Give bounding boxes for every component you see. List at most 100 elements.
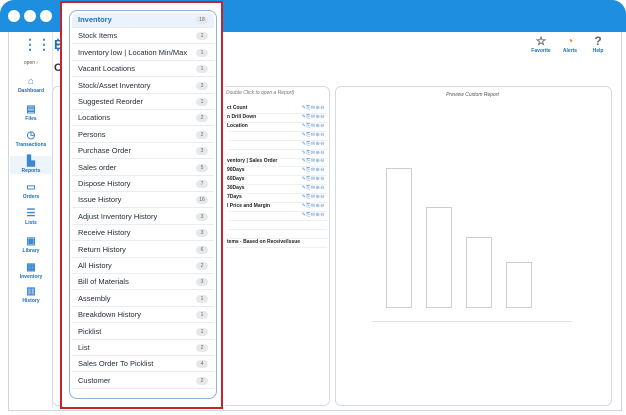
- dropdown-item-label: Return History: [78, 244, 126, 254]
- report-action-icons[interactable]: ✎⎘✉⊕⊖: [302, 203, 325, 209]
- sidebar-item-transactions[interactable]: ◷ Transactions: [10, 130, 52, 148]
- preview-bar: [466, 237, 492, 308]
- dropdown-item[interactable]: Persons 2: [72, 128, 214, 143]
- sidebar-item-lists[interactable]: ☰ Lists: [10, 208, 52, 226]
- count-badge: 6: [196, 245, 208, 254]
- report-action-icons[interactable]: ✎⎘✉⊕⊖: [302, 194, 325, 200]
- dropdown-item[interactable]: Breakdown History 1: [72, 308, 214, 324]
- box-icon: ▦: [26, 262, 36, 273]
- report-name: tems - Based on Receive/Issue: [227, 238, 301, 245]
- grid-icon: ⋮⋮⋮: [23, 36, 65, 52]
- report-action-icons[interactable]: ✎⎘✉⊕⊖: [302, 114, 325, 120]
- count-badge: 3: [196, 81, 208, 90]
- dropdown-item[interactable]: Picklist 1: [72, 325, 214, 340]
- dropdown-item-label: Dispose History: [78, 179, 131, 188]
- help-button[interactable]: ? Help: [585, 34, 611, 54]
- report-action-icons[interactable]: ✎⎘✉⊕⊖: [302, 167, 325, 173]
- dropdown-item[interactable]: Suggested Reorder 1: [72, 95, 214, 110]
- sidebar-item-files[interactable]: ▤ Files: [10, 104, 52, 122]
- dropdown-item-label: Inventory: [78, 15, 112, 24]
- book-icon: ▥: [26, 286, 36, 297]
- help-label: Help: [592, 48, 604, 54]
- dropdown-item[interactable]: Bill of Materials 3: [72, 275, 214, 291]
- report-name: 7Days: [227, 194, 242, 200]
- dropdown-item[interactable]: Issue History 16: [72, 193, 214, 209]
- report-action-icons[interactable]: ✎⎘✉⊕⊖: [302, 158, 325, 164]
- report-name: ct Count: [227, 105, 248, 111]
- sidebar-item-inventory[interactable]: ▦ Inventory: [10, 262, 52, 280]
- dropdown-item[interactable]: Stock Items 1: [72, 29, 214, 45]
- sidebar-item-label: Files: [25, 116, 37, 122]
- sidebar-item-label: Reports: [21, 168, 41, 174]
- dropdown-item[interactable]: Stock/Asset Inventory 3: [72, 79, 214, 94]
- count-badge: 7: [196, 180, 208, 188]
- question-icon: ?: [594, 34, 602, 48]
- dropdown-item-label: Issue History: [78, 195, 122, 205]
- dropdown-item[interactable]: Receive History 3: [72, 226, 214, 242]
- report-action-icons[interactable]: ✎⎘✉⊕⊖: [302, 176, 325, 182]
- dropdown-item[interactable]: Inventory low | Location Min/Max 1: [72, 46, 214, 61]
- dropdown-item-label: Inventory low | Location Min/Max: [78, 47, 188, 57]
- list-icon: ☰: [26, 208, 36, 219]
- count-badge: 2: [196, 114, 208, 123]
- window-minimize-dot[interactable]: [24, 10, 36, 22]
- report-action-icons[interactable]: ✎⎘✉⊕⊖: [302, 105, 325, 111]
- image-icon: ▣: [26, 236, 36, 247]
- count-badge: 1: [196, 32, 208, 41]
- count-badge: 1: [196, 48, 208, 57]
- favorite-button[interactable]: ☆ Favorite: [528, 34, 554, 54]
- count-badge: 2: [196, 376, 208, 385]
- report-category-list: Inventory 18 Stock Items 1 Inventory low | L…: [69, 10, 217, 399]
- count-badge: 3: [196, 212, 208, 221]
- chart-icon: ▙: [27, 156, 35, 167]
- dropdown-item[interactable]: All History 2: [72, 259, 214, 274]
- dropdown-item[interactable]: Sales order 5: [72, 161, 214, 176]
- apps-grid-button[interactable]: ⋮⋮⋮: [10, 36, 65, 53]
- sidebar-item-label: History: [22, 298, 40, 304]
- sidebar-item-reports[interactable]: ▙ Reports: [10, 156, 52, 174]
- sidebar-open-toggle[interactable]: open ›: [10, 60, 52, 66]
- sidebar-item-label: Dashboard: [17, 88, 45, 94]
- sidebar-item-label: Lists: [25, 220, 37, 226]
- report-action-icons[interactable]: ✎⎘✉⊕⊖: [302, 123, 325, 129]
- report-action-icons[interactable]: ✎⎘✉⊕⊖: [302, 212, 325, 218]
- sidebar-item-orders[interactable]: ▭ Orders: [10, 182, 52, 200]
- dropdown-item[interactable]: Purchase Order 3: [72, 144, 214, 160]
- sidebar-item-label: Transactions: [15, 142, 47, 148]
- report-action-icons[interactable]: ✎⎘✉⊕⊖: [302, 141, 325, 147]
- report-category-dropdown: Inventory 18 Stock Items 1 Inventory low | L…: [60, 1, 223, 409]
- dropdown-item[interactable]: Dispose History 7: [72, 177, 214, 192]
- alerts-button[interactable]: ◔ Alerts: [557, 34, 583, 54]
- report-name: 30Days: [227, 185, 245, 192]
- report-action-icons[interactable]: ✎⎘✉⊕⊖: [302, 150, 325, 156]
- home-icon: ⌂: [27, 76, 35, 87]
- report-action-icons[interactable]: ✎⎘✉⊕⊖: [302, 185, 325, 191]
- count-badge: 16: [196, 196, 208, 205]
- sidebar-item-dashboard[interactable]: ⌂ Dashboard: [10, 76, 52, 94]
- sidebar-item-history[interactable]: ▥ History: [10, 286, 52, 304]
- dropdown-item-label: Assembly: [78, 293, 111, 303]
- report-name: l Price and Margin: [227, 202, 271, 209]
- document-icon: ▭: [26, 182, 36, 193]
- dropdown-item-label: Breakdown History: [78, 310, 141, 320]
- sidebar-item-library[interactable]: ▣ Library: [10, 236, 52, 254]
- window-maximize-dot[interactable]: [40, 10, 52, 22]
- count-badge: 2: [196, 344, 208, 352]
- report-list-hint: Double Click to open a Report): [226, 90, 295, 96]
- window-close-dot[interactable]: [8, 10, 20, 22]
- sidebar-item-label: Orders: [22, 194, 40, 200]
- dropdown-item[interactable]: Adjust Inventory History 3: [72, 210, 214, 225]
- dropdown-item[interactable]: Locations 2: [72, 111, 214, 127]
- dropdown-item[interactable]: Inventory 18: [72, 13, 214, 28]
- dropdown-item[interactable]: Vacant Locations 1: [72, 62, 214, 78]
- dropdown-item-label: Stock/Asset Inventory: [78, 80, 151, 90]
- report-row[interactable]: tems - Based on Receive/Issue: [227, 238, 327, 248]
- dropdown-item[interactable]: Sales Order To Picklist 4: [72, 357, 214, 373]
- count-badge: 1: [196, 327, 208, 336]
- dropdown-item[interactable]: List 2: [72, 341, 214, 356]
- dropdown-item[interactable]: Assembly 1: [72, 292, 214, 307]
- dropdown-item[interactable]: Customer 2: [72, 374, 214, 389]
- dropdown-item-label: Locations: [78, 113, 111, 123]
- report-action-icons[interactable]: ✎⎘✉⊕⊖: [302, 132, 325, 138]
- dropdown-item[interactable]: Return History 6: [72, 243, 214, 258]
